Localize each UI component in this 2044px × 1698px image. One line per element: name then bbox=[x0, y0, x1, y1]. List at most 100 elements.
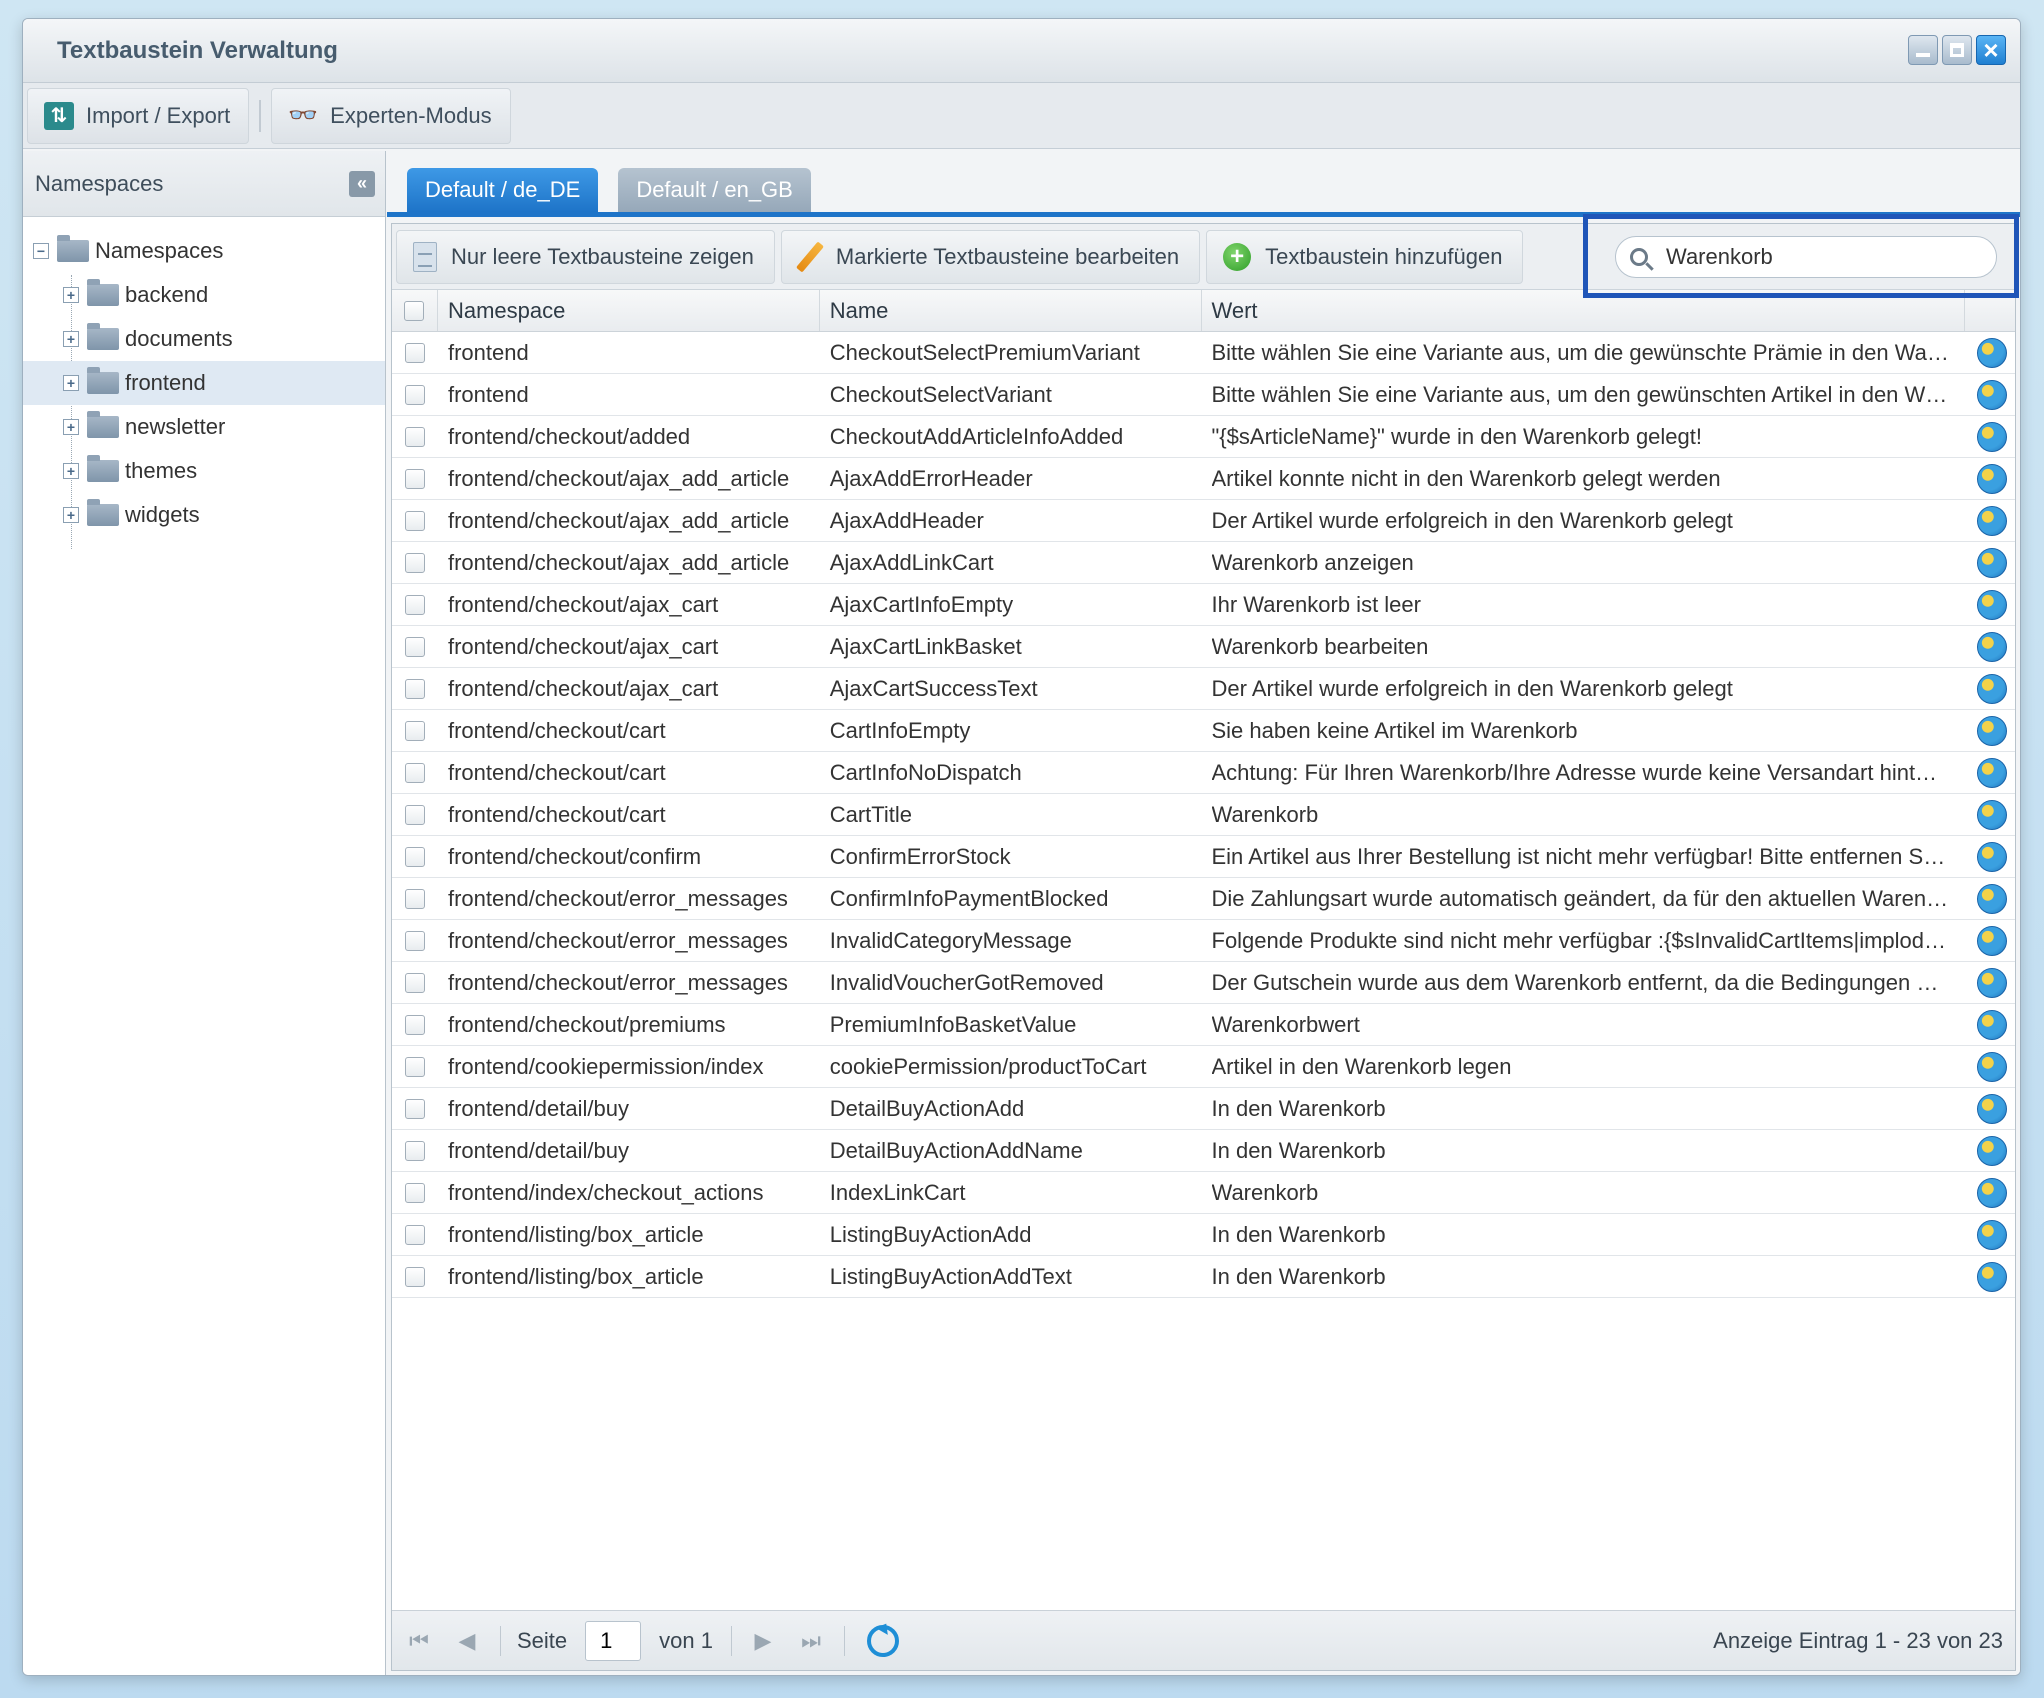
table-row[interactable]: frontend/listing/box_article ListingBuyAc… bbox=[392, 1256, 2015, 1298]
globe-icon[interactable] bbox=[1977, 883, 2008, 914]
globe-icon[interactable] bbox=[1977, 715, 2008, 746]
collapse-node-icon[interactable]: − bbox=[33, 243, 49, 259]
row-checkbox[interactable] bbox=[404, 342, 425, 363]
row-checkbox[interactable] bbox=[404, 930, 425, 951]
row-checkbox[interactable] bbox=[404, 762, 425, 783]
tree-item-widgets[interactable]: + widgets bbox=[23, 493, 385, 537]
tree-item-newsletter[interactable]: + newsletter bbox=[23, 405, 385, 449]
row-checkbox[interactable] bbox=[404, 1098, 425, 1119]
row-checkbox[interactable] bbox=[404, 1014, 425, 1035]
globe-icon[interactable] bbox=[1977, 463, 2008, 494]
minimize-icon[interactable] bbox=[1908, 35, 1938, 65]
search-field[interactable] bbox=[1615, 236, 1997, 278]
row-checkbox[interactable] bbox=[404, 426, 425, 447]
collapse-sidebar-icon[interactable]: « bbox=[349, 171, 375, 197]
table-row[interactable]: frontend/checkout/ajax_cart AjaxCartInfoE… bbox=[392, 584, 2015, 626]
column-name[interactable]: Name bbox=[820, 290, 1202, 331]
table-row[interactable]: frontend/checkout/cart CartTitle Warenkorb bbox=[392, 794, 2015, 836]
globe-icon[interactable] bbox=[1977, 547, 2008, 578]
globe-icon[interactable] bbox=[1977, 631, 2008, 662]
maximize-icon[interactable] bbox=[1942, 35, 1972, 65]
table-row[interactable]: frontend/checkout/cart CartInfoNoDispatch… bbox=[392, 752, 2015, 794]
table-row[interactable]: frontend/checkout/ajax_cart AjaxCartLinkB… bbox=[392, 626, 2015, 668]
row-checkbox[interactable] bbox=[404, 468, 425, 489]
row-checkbox[interactable] bbox=[404, 594, 425, 615]
globe-icon[interactable] bbox=[1977, 1261, 2008, 1292]
tree-item-themes[interactable]: + themes bbox=[23, 449, 385, 493]
globe-icon[interactable] bbox=[1977, 757, 2008, 788]
expand-node-icon[interactable]: + bbox=[63, 331, 79, 347]
globe-icon[interactable] bbox=[1977, 505, 2008, 536]
table-row[interactable]: frontend/checkout/ajax_add_article AjaxAd… bbox=[392, 458, 2015, 500]
row-checkbox[interactable] bbox=[404, 804, 425, 825]
table-row[interactable]: frontend/detail/buy DetailBuyActionAdd In … bbox=[392, 1088, 2015, 1130]
table-row[interactable]: frontend/checkout/added CheckoutAddArticl… bbox=[392, 416, 2015, 458]
expert-mode-button[interactable]: 👓 Experten-Modus bbox=[271, 87, 511, 144]
globe-icon[interactable] bbox=[1977, 673, 2008, 704]
tree-item-documents[interactable]: + documents bbox=[23, 317, 385, 361]
table-row[interactable]: frontend/checkout/error_messages InvalidC… bbox=[392, 920, 2015, 962]
row-checkbox[interactable] bbox=[404, 1140, 425, 1161]
expand-node-icon[interactable]: + bbox=[63, 375, 79, 391]
table-row[interactable]: frontend/checkout/confirm ConfirmErrorSto… bbox=[392, 836, 2015, 878]
title-bar[interactable]: Textbaustein Verwaltung × bbox=[23, 19, 2020, 83]
table-row[interactable]: frontend/detail/buy DetailBuyActionAddNam… bbox=[392, 1130, 2015, 1172]
import-export-button[interactable]: ⇅ Import / Export bbox=[27, 87, 250, 144]
row-checkbox[interactable] bbox=[404, 552, 425, 573]
tree-item-frontend[interactable]: + frontend bbox=[23, 361, 385, 405]
tab-default-de-de[interactable]: Default / de_DE bbox=[407, 168, 599, 212]
globe-icon[interactable] bbox=[1977, 1093, 2008, 1124]
tab-default-en-gb[interactable]: Default / en_GB bbox=[618, 168, 811, 212]
next-page-icon[interactable]: ▶ bbox=[748, 1626, 778, 1656]
row-checkbox[interactable] bbox=[404, 846, 425, 867]
row-checkbox[interactable] bbox=[404, 384, 425, 405]
globe-icon[interactable] bbox=[1977, 1135, 2008, 1166]
globe-icon[interactable] bbox=[1977, 379, 2008, 410]
table-row[interactable]: frontend/checkout/ajax_cart AjaxCartSucce… bbox=[392, 668, 2015, 710]
row-checkbox[interactable] bbox=[404, 636, 425, 657]
globe-icon[interactable] bbox=[1977, 1177, 2008, 1208]
tree-item-backend[interactable]: + backend bbox=[23, 273, 385, 317]
globe-icon[interactable] bbox=[1977, 841, 2008, 872]
last-page-icon[interactable]: ⏭ bbox=[796, 1626, 826, 1656]
table-row[interactable]: frontend CheckoutSelectVariant Bitte wähle… bbox=[392, 374, 2015, 416]
edit-marked-button[interactable]: Markierte Textbausteine bearbeiten bbox=[780, 229, 1201, 284]
first-page-icon[interactable]: ⏮ bbox=[404, 1626, 434, 1656]
globe-icon[interactable] bbox=[1977, 337, 2008, 368]
table-row[interactable]: frontend/checkout/ajax_add_article AjaxAd… bbox=[392, 500, 2015, 542]
table-row[interactable]: frontend/checkout/error_messages ConfirmI… bbox=[392, 878, 2015, 920]
page-number-input[interactable] bbox=[585, 1620, 642, 1661]
row-checkbox[interactable] bbox=[404, 720, 425, 741]
row-checkbox[interactable] bbox=[404, 1266, 425, 1287]
table-row[interactable]: frontend CheckoutSelectPremiumVariant Bitt… bbox=[392, 332, 2015, 374]
globe-icon[interactable] bbox=[1977, 1009, 2008, 1040]
table-row[interactable]: frontend/checkout/ajax_add_article AjaxAd… bbox=[392, 542, 2015, 584]
expand-node-icon[interactable]: + bbox=[63, 419, 79, 435]
table-row[interactable]: frontend/checkout/cart CartInfoEmpty Sie h… bbox=[392, 710, 2015, 752]
row-checkbox[interactable] bbox=[404, 1182, 425, 1203]
column-value[interactable]: Wert bbox=[1202, 290, 1966, 331]
table-row[interactable]: frontend/checkout/premiums PremiumInfoBas… bbox=[392, 1004, 2015, 1046]
add-snippet-button[interactable]: + Textbaustein hinzufügen bbox=[1206, 229, 1524, 284]
refresh-icon[interactable] bbox=[866, 1624, 899, 1657]
table-row[interactable]: frontend/checkout/error_messages InvalidV… bbox=[392, 962, 2015, 1004]
search-input[interactable] bbox=[1666, 244, 1966, 270]
expand-node-icon[interactable]: + bbox=[63, 463, 79, 479]
globe-icon[interactable] bbox=[1977, 421, 2008, 452]
globe-icon[interactable] bbox=[1977, 967, 2008, 998]
show-empty-only-button[interactable]: Nur leere Textbausteine zeigen bbox=[396, 229, 775, 284]
close-icon[interactable]: × bbox=[1976, 35, 2006, 65]
select-all-checkbox[interactable] bbox=[404, 300, 425, 321]
column-namespace[interactable]: Namespace bbox=[438, 290, 820, 331]
table-row[interactable]: frontend/cookiepermission/index cookiePer… bbox=[392, 1046, 2015, 1088]
previous-page-icon[interactable]: ◀ bbox=[452, 1626, 482, 1656]
table-row[interactable]: frontend/index/checkout_actions IndexLink… bbox=[392, 1172, 2015, 1214]
expand-node-icon[interactable]: + bbox=[63, 507, 79, 523]
row-checkbox[interactable] bbox=[404, 1056, 425, 1077]
row-checkbox[interactable] bbox=[404, 678, 425, 699]
globe-icon[interactable] bbox=[1977, 589, 2008, 620]
tree-root[interactable]: − Namespaces bbox=[23, 229, 385, 273]
row-checkbox[interactable] bbox=[404, 510, 425, 531]
table-row[interactable]: frontend/listing/box_article ListingBuyAc… bbox=[392, 1214, 2015, 1256]
globe-icon[interactable] bbox=[1977, 799, 2008, 830]
